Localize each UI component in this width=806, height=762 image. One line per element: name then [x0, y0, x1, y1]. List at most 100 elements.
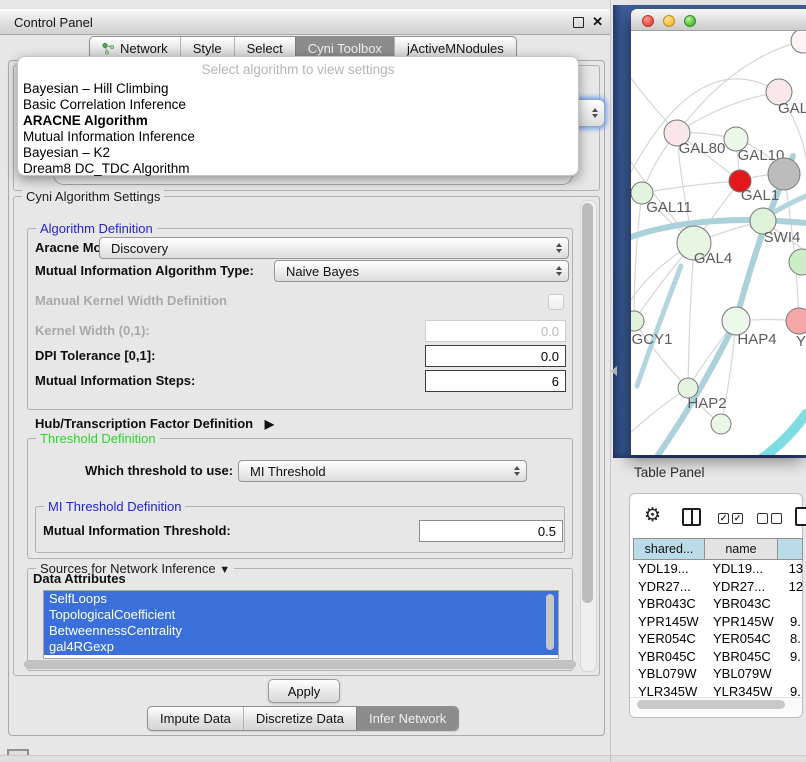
- settings-vscrollbar-thumb[interactable]: [582, 203, 593, 603]
- aracne-mode-combo[interactable]: Discovery: [99, 237, 569, 259]
- which-threshold-combo[interactable]: MI Threshold: [238, 460, 527, 482]
- network-node[interactable]: [711, 414, 731, 434]
- algorithm-option-dream8-dc-tdc-algorithm[interactable]: Dream8 DC_TDC Algorithm: [18, 161, 578, 177]
- tab-label: Style: [193, 41, 222, 56]
- attribute-item-selfloops[interactable]: SelfLoops: [44, 591, 558, 607]
- table-row[interactable]: YER054CYER054C8.: [633, 630, 803, 648]
- network-node[interactable]: [789, 249, 806, 275]
- table-row[interactable]: YDR27...YDR27...12: [633, 578, 803, 596]
- algorithm-combo-focused-sliver[interactable]: [577, 99, 605, 127]
- table-cell: YBR045C: [633, 648, 709, 666]
- network-node-y[interactable]: [786, 308, 806, 334]
- bottom-tab-bar: Impute DataDiscretize Data Infer Network: [147, 706, 459, 731]
- select-all-checkbox-icon[interactable]: ✓: [732, 513, 743, 524]
- table-cell: YLR345W: [633, 683, 709, 698]
- aracne-mode-value: Discovery: [111, 241, 168, 256]
- manual-kernel-label: Manual Kernel Width Definition: [35, 291, 227, 311]
- mi-algorithm-type-value: Naive Bayes: [286, 264, 359, 279]
- mi-threshold-label: Mutual Information Threshold:: [43, 521, 231, 541]
- dpi-tolerance-field[interactable]: 0.0: [425, 345, 566, 367]
- algorithm-dropdown: Select algorithm to view settings Bayesi…: [17, 56, 579, 176]
- algorithm-dropdown-placeholder: Select algorithm to view settings: [18, 57, 578, 79]
- network-canvas[interactable]: GALGAL80GAL10GAL1GAL11SWI4GAL4GCY1HAP4YH…: [631, 31, 806, 455]
- network-node[interactable]: [791, 31, 806, 53]
- app-root: Control Panel ✕ NetworkStyleSelectCyni T…: [0, 0, 806, 762]
- mi-steps-field[interactable]: 6: [425, 370, 566, 392]
- status-bar: [0, 755, 806, 762]
- algorithm-option-bayesian-hill-climbing[interactable]: Bayesian – Hill Climbing: [18, 81, 578, 97]
- tab-label: Network: [120, 41, 168, 56]
- settings-group-title: Cyni Algorithm Settings: [22, 189, 164, 204]
- table-rows[interactable]: YDL19...YDL19...13YDR27...YDR27...12YBR0…: [633, 560, 803, 697]
- close-icon[interactable]: ✕: [592, 14, 603, 30]
- settings-hscrollbar[interactable]: [24, 660, 576, 669]
- column-header-shared[interactable]: shared...: [633, 538, 705, 560]
- table-cell: 9.: [786, 613, 801, 631]
- threshold-definition-title: Threshold Definition: [36, 431, 160, 446]
- network-edge: [784, 174, 799, 321]
- table-row[interactable]: YDL19...YDL19...13: [633, 560, 803, 578]
- panel-divider: [610, 0, 611, 762]
- collapsed-arrow-icon: ▶: [265, 417, 274, 431]
- table-row[interactable]: YPR145WYPR145W9.: [633, 613, 803, 631]
- deselect-all-checkbox-icon[interactable]: [757, 513, 768, 524]
- apply-button[interactable]: Apply: [268, 679, 340, 703]
- attribute-item-gal4rgexp[interactable]: gal4RGexp: [44, 639, 558, 655]
- algorithm-option-basic-correlation-inference[interactable]: Basic Correlation Inference: [18, 97, 578, 113]
- network-node-gcy1[interactable]: [631, 311, 644, 331]
- combo-stepper-icon: [514, 466, 520, 476]
- table-cell: 9.: [786, 648, 801, 666]
- table-cell: YPR145W: [709, 613, 786, 631]
- select-all-checkbox-icon[interactable]: ✓: [718, 513, 729, 524]
- tab-impute-data[interactable]: Impute Data: [148, 707, 243, 730]
- table-row[interactable]: YLR345WYLR345W9.: [633, 683, 803, 698]
- tab-label: Infer Network: [369, 711, 446, 726]
- network-edge: [642, 181, 740, 193]
- tab-label: Select: [247, 41, 283, 56]
- splitter-arrow-icon[interactable]: [611, 366, 617, 376]
- expanded-arrow-icon: ▼: [219, 564, 230, 576]
- algorithm-option-mutual-information-inference[interactable]: Mutual Information Inference: [18, 129, 578, 145]
- table-cell: YER054C: [633, 630, 709, 648]
- column-header-partial[interactable]: [777, 538, 803, 560]
- algorithm-option-bayesian-k2[interactable]: Bayesian – K2: [18, 145, 578, 161]
- tab-discretize-data[interactable]: Discretize Data: [243, 707, 356, 730]
- network-edge: [634, 193, 642, 321]
- hub-definition-label: Hub/Transcription Factor Definition: [35, 416, 253, 431]
- network-node-label: GCY1: [632, 331, 673, 348]
- deselect-all-checkbox-icon[interactable]: [771, 513, 782, 524]
- data-attributes-list[interactable]: SelfLoopsTopologicalCoefficientBetweenne…: [43, 590, 559, 659]
- table-cell: YBR043C: [633, 595, 709, 613]
- column-header-name[interactable]: name: [704, 538, 778, 560]
- gear-icon[interactable]: ⚙: [644, 505, 661, 527]
- table-cell: YER054C: [709, 630, 786, 648]
- table-cell: [786, 595, 790, 613]
- table-row[interactable]: YBR043CYBR043C: [633, 595, 803, 613]
- close-traffic-light-icon[interactable]: [642, 15, 654, 27]
- manual-kernel-checkbox[interactable]: [548, 294, 564, 310]
- combo-stepper-icon: [556, 266, 562, 276]
- mi-algorithm-type-combo[interactable]: Naive Bayes: [274, 260, 569, 282]
- table-panel-title: Table Panel: [634, 465, 705, 480]
- network-node-label: GAL80: [679, 140, 726, 157]
- attribute-item-topologicalcoefficient[interactable]: TopologicalCoefficient: [44, 607, 558, 623]
- zoom-traffic-light-icon[interactable]: [684, 15, 696, 27]
- algorithm-option-aracne-algorithm[interactable]: ARACNE Algorithm: [18, 113, 578, 129]
- export-table-icon[interactable]: [795, 507, 806, 526]
- attribute-item-betweennesscentrality[interactable]: BetweennessCentrality: [44, 623, 558, 639]
- column-layout-icon[interactable]: [682, 508, 701, 526]
- kernel-width-field[interactable]: 0.0: [425, 320, 566, 342]
- network-edge: [757, 414, 806, 455]
- network-window-titlebar[interactable]: [631, 9, 806, 31]
- attributes-list-scrollbar[interactable]: [546, 594, 554, 650]
- table-cell: 13: [785, 560, 803, 578]
- tab-infer-network[interactable]: Infer Network: [356, 707, 458, 730]
- network-node-label: GAL4: [694, 250, 732, 267]
- float-panel-icon[interactable]: [573, 17, 584, 28]
- mi-threshold-field[interactable]: 0.5: [419, 520, 563, 542]
- table-row[interactable]: YBR045CYBR045C9.: [633, 648, 803, 666]
- network-node[interactable]: [768, 158, 800, 190]
- table-hscrollbar-thumb[interactable]: [637, 700, 785, 709]
- minimize-traffic-light-icon[interactable]: [663, 15, 675, 27]
- table-row[interactable]: YBL079WYBL079W: [633, 665, 803, 683]
